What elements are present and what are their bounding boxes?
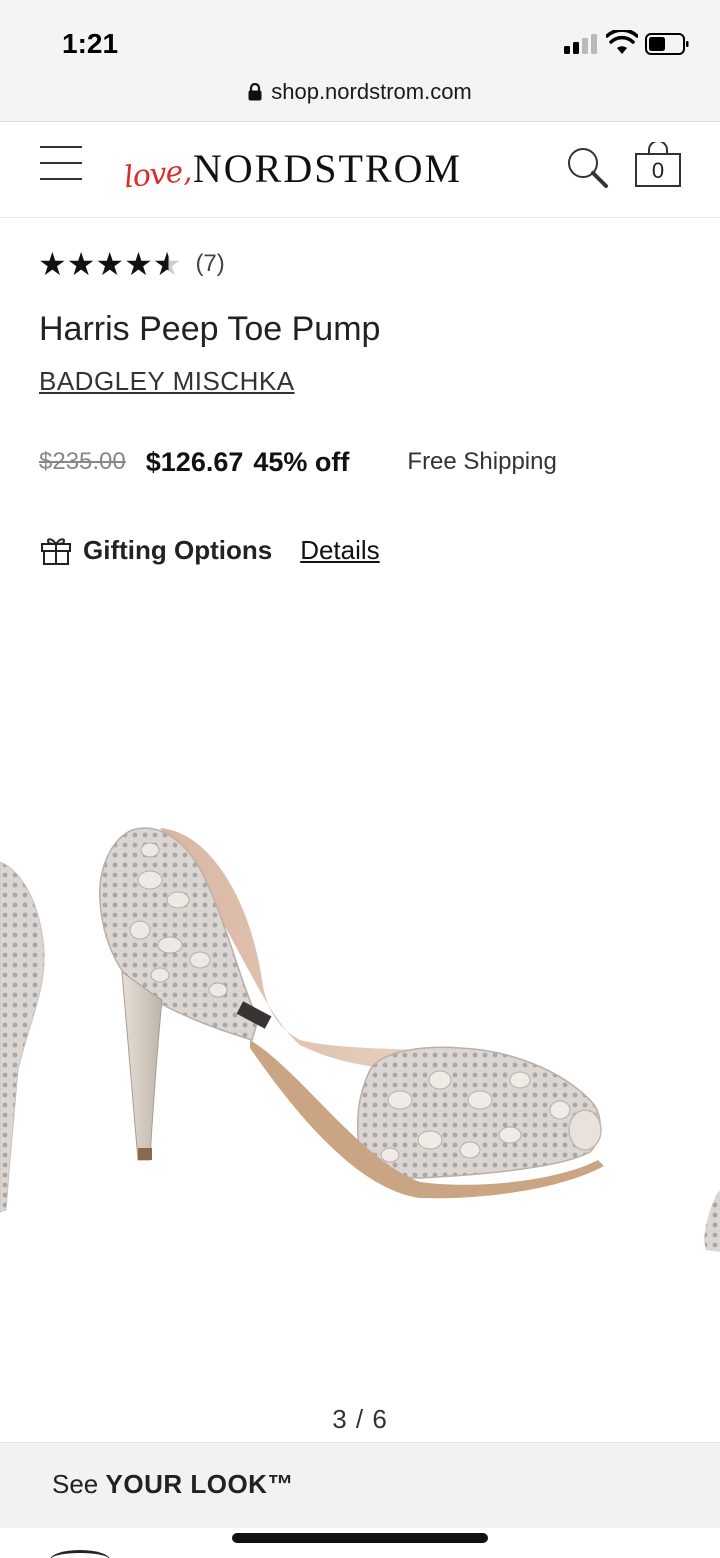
brand-link[interactable]: BADGLEY MISCHKA xyxy=(39,366,295,397)
gallery-pager: 3 / 6 xyxy=(332,1404,388,1434)
battery-icon xyxy=(645,33,689,55)
original-price: $235.00 xyxy=(39,448,126,475)
product-image[interactable] xyxy=(0,600,720,1390)
rating-stars: ★ ★ ★ ★ ★ xyxy=(38,248,181,280)
url-bar[interactable]: shop.nordstrom.com xyxy=(0,76,720,108)
url-text: shop.nordstrom.com xyxy=(271,79,472,104)
search-icon[interactable] xyxy=(566,146,610,190)
see-your-look-prefix: See xyxy=(52,1469,99,1499)
hamburger-icon[interactable] xyxy=(40,144,82,180)
sale-price: $126.67 xyxy=(145,446,244,477)
product-title: Harris Peep Toe Pump xyxy=(39,310,381,348)
shopping-bag-button[interactable]: 0 xyxy=(634,140,682,188)
logo-wordmark: NORDSTROM xyxy=(192,146,463,191)
lock-icon xyxy=(248,82,262,101)
see-your-look-label: YOUR LOOK™ xyxy=(105,1469,294,1499)
discount-percent: 45% off xyxy=(253,446,350,477)
browser-status-bar: 1:21 shop.nordstrom.com xyxy=(0,0,720,122)
product-image-gallery[interactable] xyxy=(0,600,720,1390)
site-header: love, NORDSTROM 0 xyxy=(0,122,720,218)
signal-icon xyxy=(564,32,598,54)
price-row: $235.00 $126.67 45% off Free Shipping xyxy=(39,444,699,480)
home-indicator[interactable] xyxy=(232,1533,488,1543)
wifi-icon xyxy=(606,30,638,54)
logo-love-script: love, xyxy=(122,153,193,196)
product-rating[interactable]: ★ ★ ★ ★ ★ (7) xyxy=(38,246,225,282)
gift-icon xyxy=(41,538,71,565)
review-count[interactable]: (7) xyxy=(195,250,224,278)
bag-count: 0 xyxy=(651,158,665,183)
gifting-options-label: Gifting Options xyxy=(83,534,273,565)
nordstrom-logo[interactable]: love, NORDSTROM xyxy=(122,142,463,195)
status-time: 1:21 xyxy=(62,28,119,59)
half-star-icon: ★ xyxy=(152,245,182,283)
star-icon: ★ xyxy=(95,245,125,283)
gifting-details-link[interactable]: Details xyxy=(300,535,379,566)
star-icon: ★ xyxy=(124,245,153,283)
star-icon: ★ xyxy=(66,245,96,283)
shipping-info: Free Shipping xyxy=(407,448,557,475)
see-your-look-text: See YOUR LOOK™ xyxy=(52,1469,294,1500)
gifting-options: Gifting Options Details xyxy=(40,530,380,570)
bottom-partial-element xyxy=(50,1550,110,1558)
star-icon: ★ xyxy=(38,245,67,283)
see-your-look-banner[interactable]: See YOUR LOOK™ xyxy=(0,1442,720,1528)
